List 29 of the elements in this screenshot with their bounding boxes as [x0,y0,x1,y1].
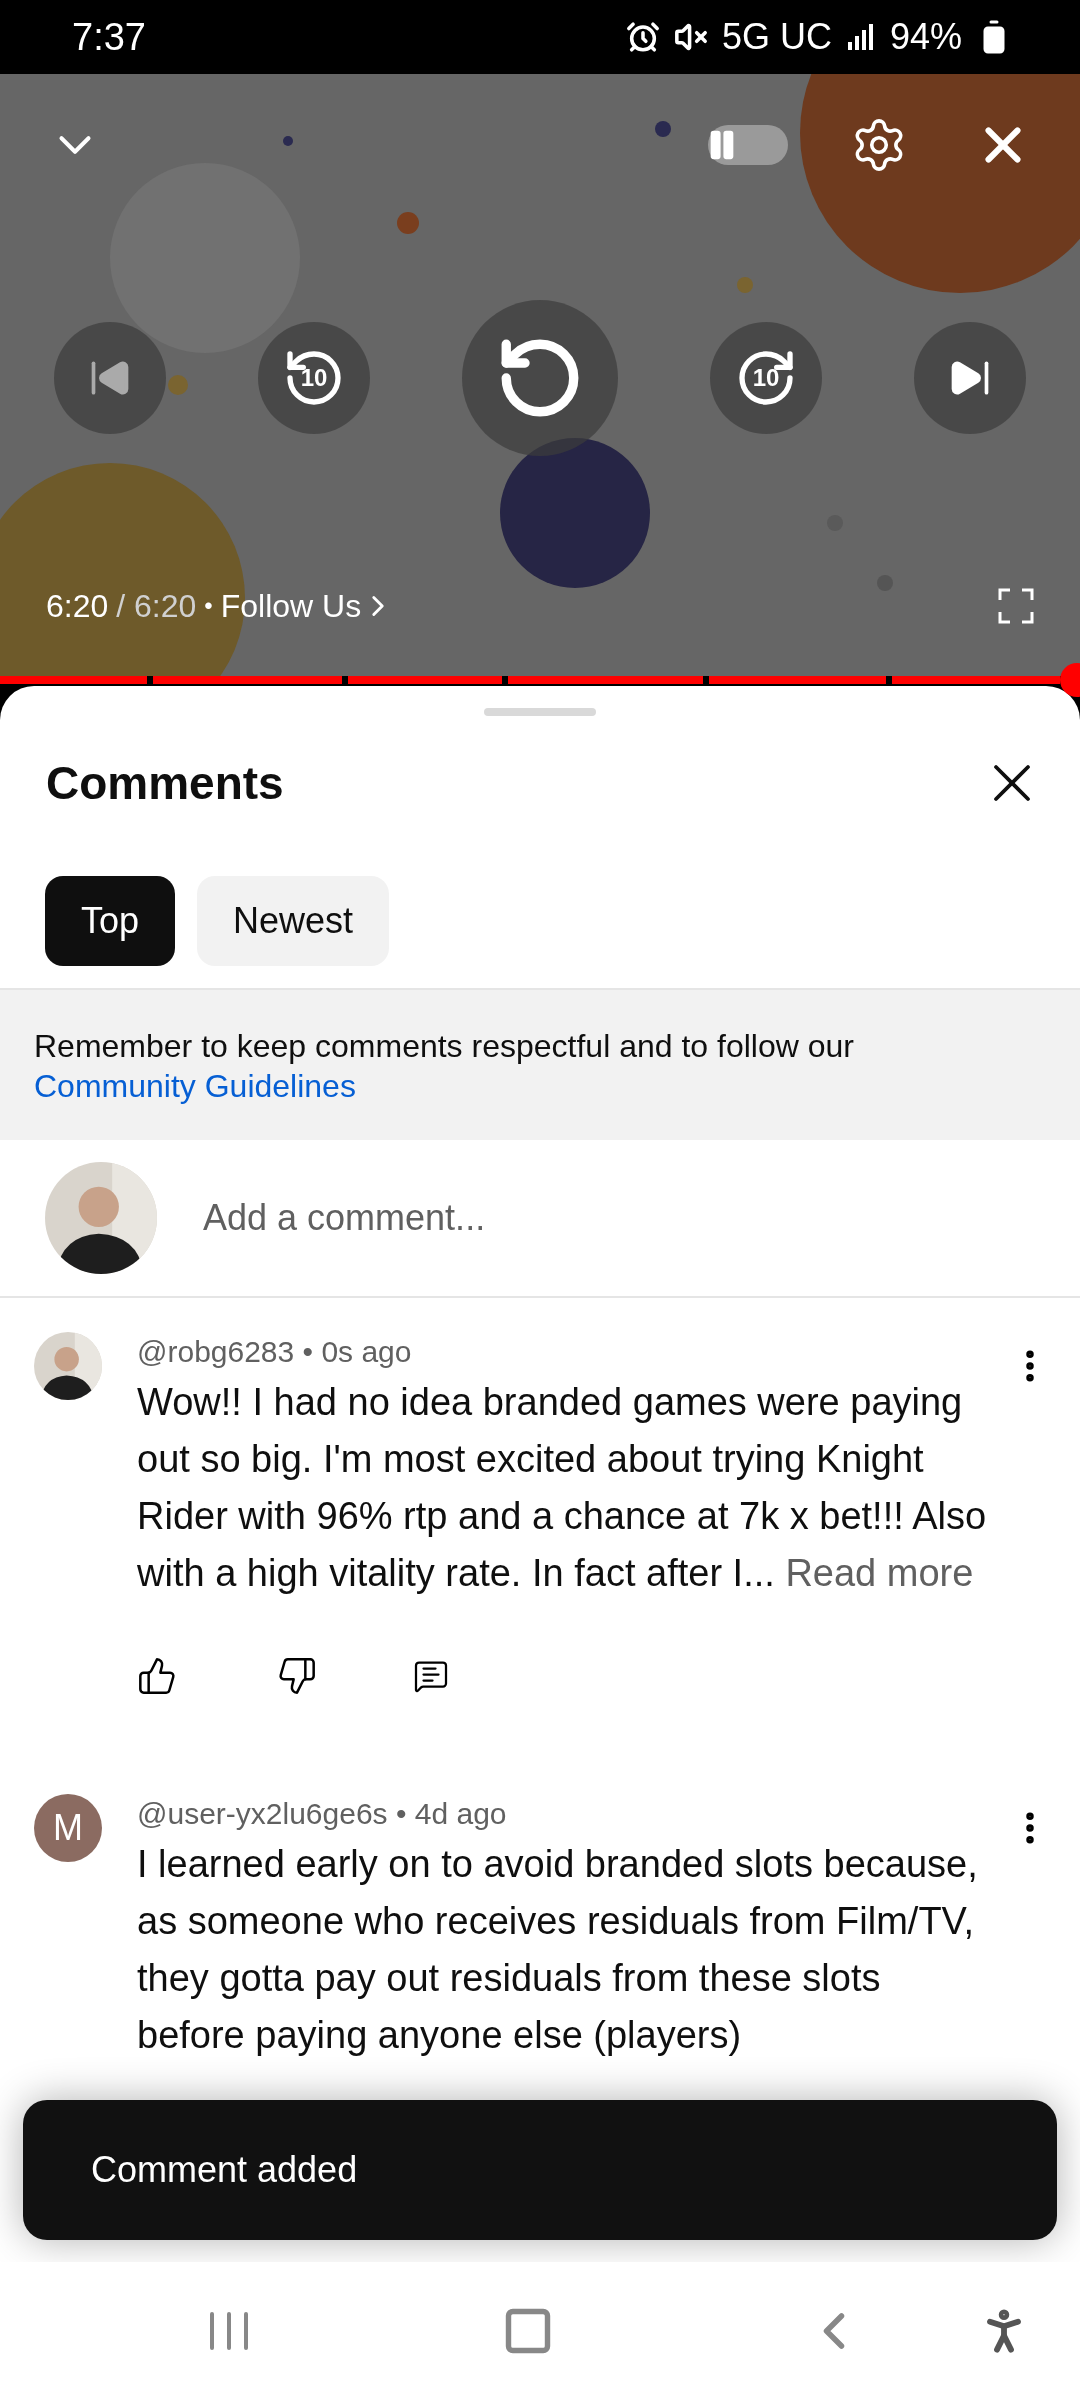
clock: 7:37 [72,14,146,60]
network-label: 5G UC [721,15,832,59]
dislike-icon[interactable] [277,1656,317,1696]
sort-tab[interactable]: Newest [197,876,390,966]
sort-tab[interactable]: Top [45,876,176,966]
comment-field[interactable]: Add a comment... [203,1191,1080,1245]
notice-text: Remember to keep comments respectful and to follow our [34,1027,855,1066]
panel-title: Comments [46,755,284,811]
fullscreen-icon[interactable] [998,588,1034,624]
follow-link[interactable]: Follow Us [220,582,396,630]
toast-message: Comment added [91,2148,358,2192]
alarm-icon [625,20,660,54]
guidelines-link[interactable]: Community Guidelines [34,1066,356,1106]
comment-text: Wow!! I had no idea branded games were paying out so big. I'm most excited about trying Knight Rider with 96% rtp and a chance at 7k x bet!!! Also with a high vitality rate. In fact after I... Read more [137,1374,1010,1602]
like-icon[interactable] [137,1656,177,1696]
comment-text: I learned early on to avoid branded slots because, as someone who receives residuals from Film/TV, they gotta pay out residuals from these slots before paying anyone else (players) [137,1842,979,2058]
duration: / 6:20 [116,587,197,626]
comment-meta: @user-yx2lu6ge6s • 4d ago [137,1796,508,1832]
reply-icon[interactable] [413,1658,449,1694]
comment-meta: @robg6283 • 0s ago [137,1334,413,1370]
separator: • [204,591,213,621]
drag-handle[interactable] [484,708,596,716]
elapsed-time: 6:20 [46,587,109,626]
avatar: M [34,1794,102,1862]
signal-icon [845,22,876,52]
read-more-link[interactable]: Read more [785,1545,974,1602]
autoplay-toggle[interactable] [708,125,788,165]
recent-apps-icon[interactable] [208,2310,250,2352]
battery-label: 94% [889,15,962,59]
